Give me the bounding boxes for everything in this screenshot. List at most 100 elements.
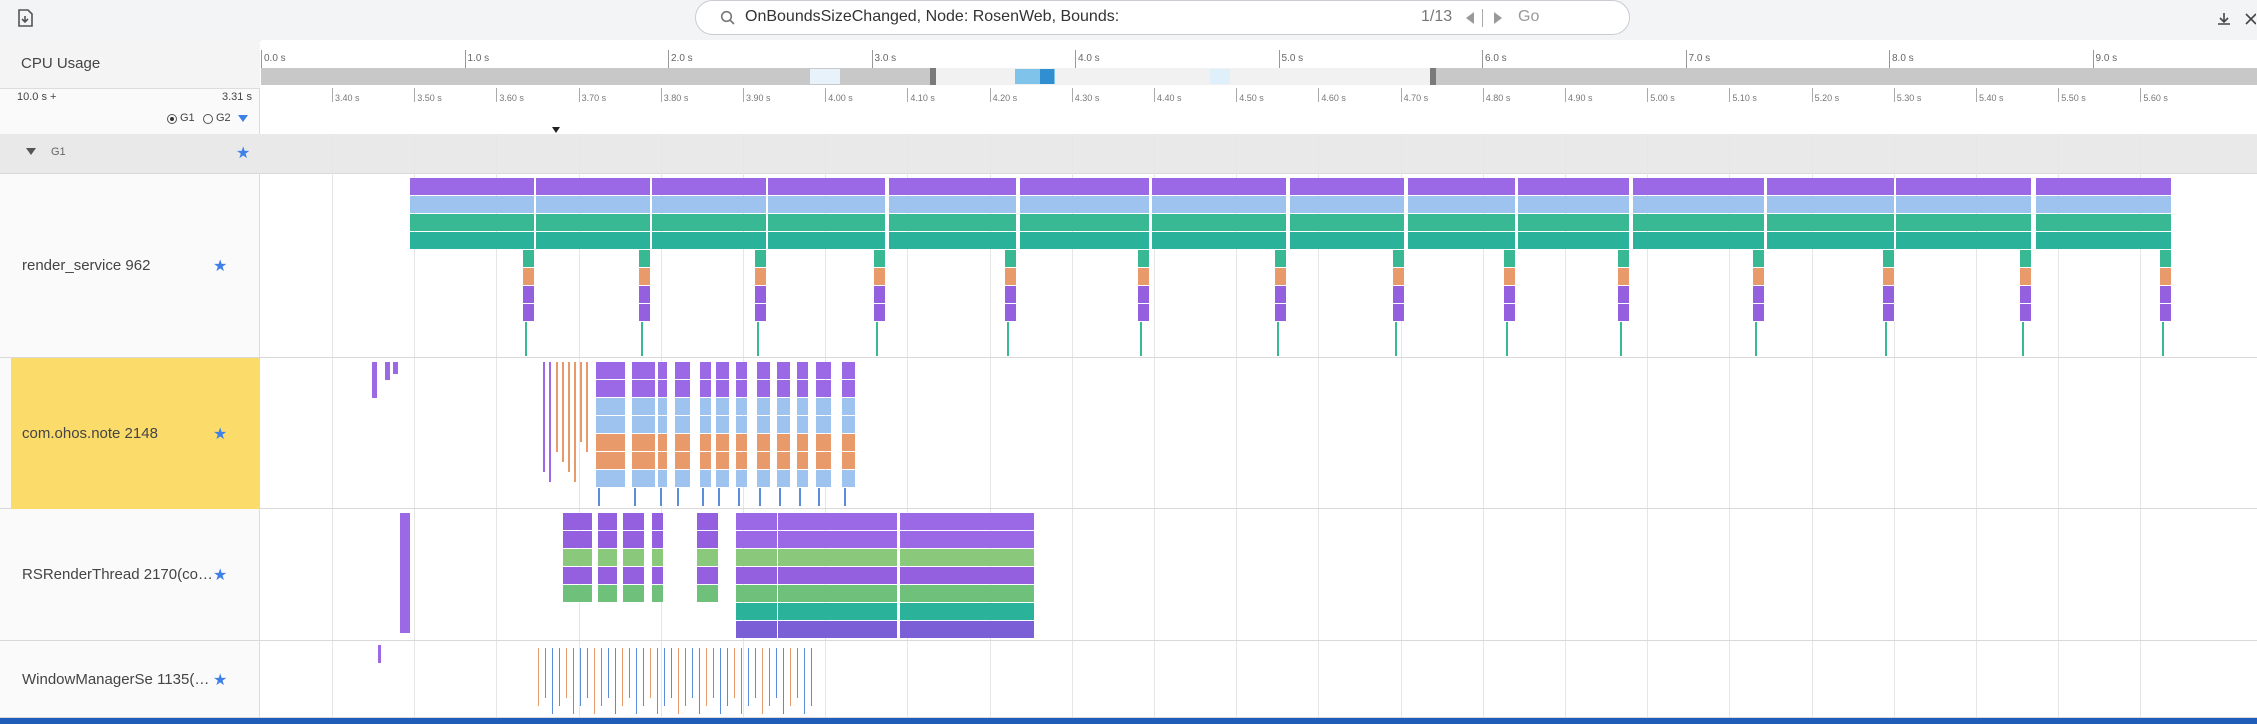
slice-h[interactable] <box>797 452 809 469</box>
slice-h[interactable] <box>652 585 664 602</box>
slice-b[interactable] <box>639 304 651 321</box>
slice-rs-frame1[interactable] <box>778 531 898 548</box>
slice-tick[interactable] <box>1007 322 1009 356</box>
slice-h[interactable] <box>1504 250 1516 267</box>
slice-h[interactable] <box>816 362 832 379</box>
slice-tick[interactable] <box>677 488 679 506</box>
slice-receive-vsync[interactable] <box>1518 178 1630 195</box>
slice-receive-vsync[interactable] <box>1633 178 1765 195</box>
slice-tick[interactable] <box>702 488 704 506</box>
slice-h[interactable] <box>1138 250 1150 267</box>
slice-h[interactable] <box>736 416 748 433</box>
slice-h[interactable] <box>777 398 791 415</box>
group2-radio[interactable] <box>203 114 213 124</box>
slice-cccxx[interactable] <box>889 232 1017 249</box>
slice-h[interactable] <box>658 362 668 379</box>
slice-receive-vsync[interactable] <box>2036 178 2172 195</box>
slice-tick[interactable] <box>566 648 567 698</box>
slice-h[interactable] <box>675 380 691 397</box>
slice-rs-frame2[interactable] <box>900 549 1035 566</box>
slice-h[interactable] <box>755 286 767 303</box>
slice-tick[interactable] <box>779 488 781 506</box>
slice-tick[interactable] <box>574 362 576 482</box>
slice-rs-frame1[interactable] <box>778 567 898 584</box>
slice-tick[interactable] <box>738 488 740 506</box>
slice-rsmainthread[interactable] <box>652 196 767 213</box>
slice-tick[interactable] <box>403 513 410 633</box>
slice-tick[interactable] <box>545 648 546 698</box>
slice-h[interactable] <box>598 531 618 548</box>
slice-rsmainthread[interactable] <box>1896 196 2032 213</box>
slice-cccxx[interactable] <box>1408 232 1516 249</box>
slice-tick[interactable] <box>643 648 644 706</box>
slice-h[interactable] <box>797 416 809 433</box>
slice-h[interactable] <box>632 416 656 433</box>
selection-right-handle[interactable] <box>1430 68 1436 85</box>
star-icon[interactable]: ★ <box>236 143 250 163</box>
slice-h[interactable] <box>816 380 832 397</box>
slice-rsmainthread[interactable] <box>410 196 535 213</box>
slice-tick[interactable] <box>799 488 801 506</box>
slice-h[interactable] <box>842 380 856 397</box>
slice-h[interactable] <box>596 434 626 451</box>
group1-radio[interactable] <box>167 114 177 124</box>
slice-h[interactable] <box>652 549 664 566</box>
slice-h[interactable] <box>639 250 651 267</box>
slice-h[interactable] <box>777 452 791 469</box>
slice-tick[interactable] <box>543 362 545 472</box>
slice-h[interactable] <box>639 286 651 303</box>
slice-h[interactable] <box>623 513 645 530</box>
slice-rs-frame2[interactable] <box>900 603 1035 620</box>
slice-tick[interactable] <box>844 488 846 506</box>
slice-process-display[interactable] <box>768 214 886 231</box>
slice-h[interactable] <box>523 250 535 267</box>
slice-h[interactable] <box>2160 250 2172 267</box>
star-icon[interactable]: ★ <box>213 670 227 690</box>
slice-rs-frame2[interactable] <box>900 585 1035 602</box>
slice-h[interactable] <box>755 268 767 285</box>
slice-receive-vsync[interactable] <box>536 178 651 195</box>
slice-rs-frame2[interactable] <box>900 531 1035 548</box>
slice-tick[interactable] <box>393 362 398 374</box>
slice-h[interactable] <box>1504 286 1516 303</box>
slice-tick[interactable] <box>598 488 600 506</box>
slice-rsmainthread[interactable] <box>1290 196 1405 213</box>
slice-process-display[interactable] <box>1408 214 1516 231</box>
slice-h[interactable] <box>563 585 593 602</box>
slice-h[interactable] <box>596 452 626 469</box>
slice-b[interactable] <box>1618 304 1630 321</box>
slice-h[interactable] <box>1883 250 1895 267</box>
slice-receive-vsync[interactable] <box>652 178 767 195</box>
slice-h[interactable] <box>716 434 730 451</box>
slice-tick[interactable] <box>636 648 637 714</box>
slice-h[interactable] <box>700 416 712 433</box>
slice-rs-short[interactable] <box>736 585 778 602</box>
slice-tick[interactable] <box>594 648 595 714</box>
slice-tick[interactable] <box>776 648 777 698</box>
slice-h[interactable] <box>816 452 832 469</box>
slice-tick[interactable] <box>538 648 539 706</box>
slice-h[interactable] <box>842 470 856 487</box>
collapse-chevron-icon[interactable] <box>26 148 36 156</box>
slice-tick[interactable] <box>790 648 791 706</box>
slice-h[interactable] <box>700 470 712 487</box>
slice-h[interactable] <box>623 549 645 566</box>
slice-h[interactable] <box>1005 268 1017 285</box>
slice-h[interactable] <box>874 268 886 285</box>
slice-tick[interactable] <box>573 648 574 714</box>
slice-tick[interactable] <box>692 648 693 698</box>
slice-h[interactable] <box>757 380 771 397</box>
slice-h[interactable] <box>2020 286 2032 303</box>
slice-h[interactable] <box>598 513 618 530</box>
slice-rsmainthread[interactable] <box>1633 196 1765 213</box>
slice-h[interactable] <box>716 362 730 379</box>
slice-b[interactable] <box>1005 304 1017 321</box>
slice-h[interactable] <box>1753 250 1765 267</box>
slice-h[interactable] <box>658 452 668 469</box>
slice-tick[interactable] <box>372 362 377 398</box>
slice-tick[interactable] <box>385 362 390 380</box>
slice-h[interactable] <box>563 567 593 584</box>
slice-h[interactable] <box>632 398 656 415</box>
slice-cccxx[interactable] <box>1152 232 1287 249</box>
slice-rsmainthread[interactable] <box>1518 196 1630 213</box>
